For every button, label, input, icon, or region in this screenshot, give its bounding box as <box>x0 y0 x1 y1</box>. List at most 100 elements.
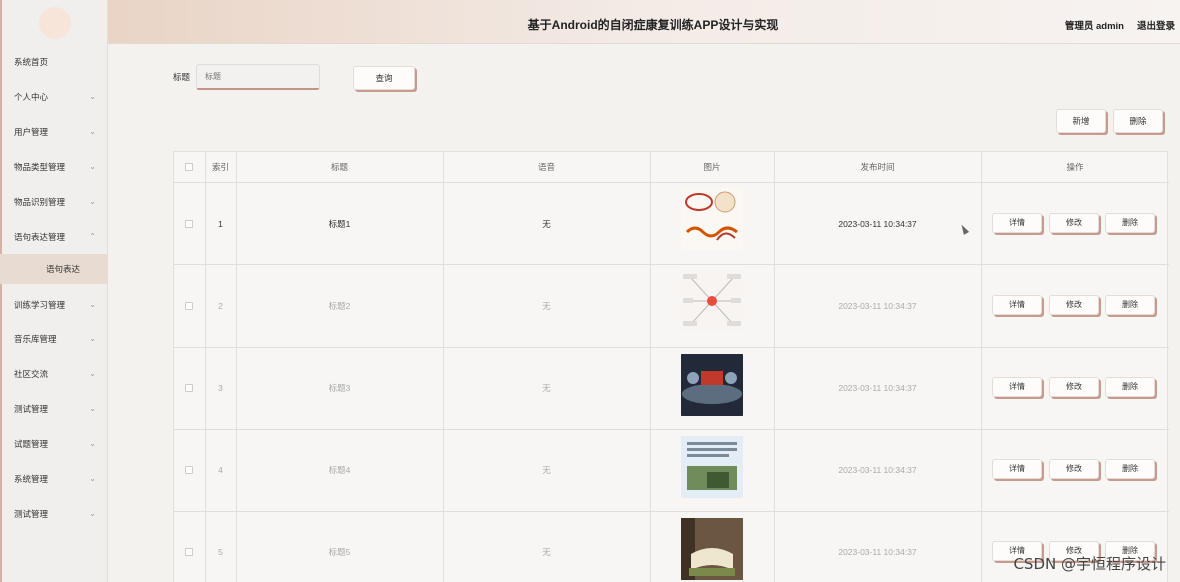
sidebar-item-label: 音乐库管理 <box>14 334 57 344</box>
edit-button[interactable]: 修改 <box>1049 377 1099 397</box>
sidebar-item-label: 系统管理 <box>14 474 49 484</box>
row-voice: 无 <box>542 465 551 475</box>
top-header: 基于Android的自闭症康复训练APP设计与实现 管理员 admin 退出登录 <box>108 0 1180 44</box>
row-image-thumbnail[interactable] <box>681 188 743 250</box>
detail-button[interactable]: 详情 <box>992 295 1042 315</box>
sidebar-item-item-type-management[interactable]: 物品类型管理 ⌄ <box>0 157 108 177</box>
chevron-down-icon: ⌄ <box>89 162 96 171</box>
chevron-down-icon: ⌄ <box>89 92 96 101</box>
row-index: 2 <box>218 301 223 311</box>
row-publish-time: 2023-03-11 10:34:37 <box>838 301 917 311</box>
row-voice: 无 <box>542 219 551 229</box>
sidebar-item-item-recognition-management[interactable]: 物品识别管理 ⌄ <box>0 192 108 212</box>
chevron-down-icon: ⌄ <box>89 439 96 448</box>
current-user: 管理员 admin <box>1064 21 1124 32</box>
detail-button[interactable]: 详情 <box>992 459 1042 479</box>
sidebar-item-label: 个人中心 <box>14 92 49 102</box>
logout-link[interactable]: 退出登录 <box>1137 18 1175 32</box>
row-image-thumbnail[interactable] <box>681 270 743 332</box>
row-checkbox[interactable] <box>185 302 193 310</box>
row-publish-time: 2023-03-11 10:34:37 <box>838 465 917 475</box>
avatar[interactable] <box>39 7 71 39</box>
column-header-image: 图片 <box>703 162 721 172</box>
delete-button[interactable]: 删除 <box>1105 213 1155 233</box>
sidebar-item-test-management[interactable]: 测试管理 ⌄ <box>0 399 108 419</box>
sidebar-item-training-management[interactable]: 训练学习管理 ⌄ <box>0 295 108 315</box>
sidebar-item-music-library-management[interactable]: 音乐库管理 ⌄ <box>0 329 108 349</box>
row-divider <box>174 429 1169 430</box>
sidebar-item-label: 社区交流 <box>14 369 49 379</box>
row-index: 3 <box>218 383 223 393</box>
column-header-title: 标题 <box>330 162 348 172</box>
row-title: 标题4 <box>328 465 351 475</box>
row-checkbox[interactable] <box>185 548 193 556</box>
column-divider <box>650 152 651 582</box>
column-divider <box>443 152 444 582</box>
row-voice: 无 <box>542 301 551 311</box>
row-index: 5 <box>218 547 223 557</box>
sidebar-item-user-management[interactable]: 用户管理 ⌄ <box>0 122 108 142</box>
sidebar-item-label: 测试管理 <box>14 509 49 519</box>
column-divider <box>236 152 237 582</box>
row-title: 标题3 <box>328 383 351 393</box>
row-image-thumbnail[interactable] <box>681 436 743 498</box>
watermark-text: CSDN @宇恒程序设计 <box>1013 555 1166 573</box>
sidebar-item-label: 物品类型管理 <box>14 162 66 172</box>
chevron-down-icon: ⌄ <box>89 300 96 309</box>
sidebar-item-system-management[interactable]: 系统管理 ⌄ <box>0 469 108 489</box>
sidebar-item-question-management[interactable]: 试题管理 ⌄ <box>0 434 108 454</box>
delete-button[interactable]: 删除 <box>1105 377 1155 397</box>
row-voice: 无 <box>542 547 551 557</box>
row-title: 标题2 <box>328 301 351 311</box>
column-header-publish-time: 发布时间 <box>860 162 895 172</box>
sidebar-item-community[interactable]: 社区交流 ⌄ <box>0 364 108 384</box>
row-checkbox[interactable] <box>185 384 193 392</box>
row-divider <box>174 264 1169 265</box>
poster-image <box>681 436 743 498</box>
chevron-down-icon: ⌄ <box>89 404 96 413</box>
chevron-down-icon: ⌄ <box>89 369 96 378</box>
detail-button[interactable]: 详情 <box>992 213 1042 233</box>
sidebar-item-personal-center[interactable]: 个人中心 ⌄ <box>0 87 108 107</box>
row-index: 1 <box>218 219 223 229</box>
heart-banner-image <box>685 191 738 241</box>
edit-button[interactable]: 修改 <box>1049 213 1099 233</box>
search-title-input[interactable] <box>196 64 320 90</box>
column-header-voice: 语音 <box>537 162 555 172</box>
row-checkbox[interactable] <box>185 220 193 228</box>
delete-button[interactable]: 删除 <box>1105 295 1155 315</box>
sidebar-item-home[interactable]: 系统首页 <box>0 52 108 72</box>
row-publish-time: 2023-03-11 10:34:37 <box>838 383 917 393</box>
search-button[interactable]: 查询 <box>353 66 415 90</box>
row-divider <box>174 182 1169 183</box>
edit-button[interactable]: 修改 <box>1049 459 1099 479</box>
sidebar-subitem-label: 语句表达 <box>46 264 81 274</box>
select-all-checkbox[interactable] <box>185 163 193 171</box>
sidebar-item-label: 训练学习管理 <box>14 300 66 310</box>
book-image <box>681 518 743 580</box>
detail-button[interactable]: 详情 <box>992 377 1042 397</box>
row-title: 标题5 <box>328 547 351 557</box>
sidebar-subitem-sentence-expression[interactable]: 语句表达 <box>0 254 108 284</box>
edit-button[interactable]: 修改 <box>1049 295 1099 315</box>
row-image-thumbnail[interactable] <box>681 518 743 580</box>
sidebar-item-test-management-2[interactable]: 测试管理 ⌄ <box>0 504 108 524</box>
row-publish-time: 2023-03-11 10:34:37 <box>838 219 917 229</box>
delete-button[interactable]: 删除 <box>1105 459 1155 479</box>
row-image-thumbnail[interactable] <box>681 354 743 416</box>
row-index: 4 <box>218 465 223 475</box>
sidebar-item-label: 测试管理 <box>14 404 49 414</box>
sidebar-item-label: 物品识别管理 <box>14 197 66 207</box>
add-button[interactable]: 新增 <box>1056 109 1106 133</box>
column-divider <box>205 152 206 582</box>
data-table: 索引 标题 语音 图片 发布时间 操作 1 标题1 无 2023-03-11 1… <box>173 151 1169 582</box>
batch-delete-button[interactable]: 删除 <box>1113 109 1163 133</box>
sidebar-item-sentence-expression-management[interactable]: 语句表达管理 ⌃ <box>0 227 108 247</box>
row-divider <box>174 511 1169 512</box>
chevron-down-icon: ⌄ <box>89 334 96 343</box>
row-checkbox[interactable] <box>185 466 193 474</box>
chevron-down-icon: ⌄ <box>89 197 96 206</box>
sidebar-item-label: 试题管理 <box>14 439 49 449</box>
mindmap-image <box>683 274 741 326</box>
row-voice: 无 <box>542 383 551 393</box>
